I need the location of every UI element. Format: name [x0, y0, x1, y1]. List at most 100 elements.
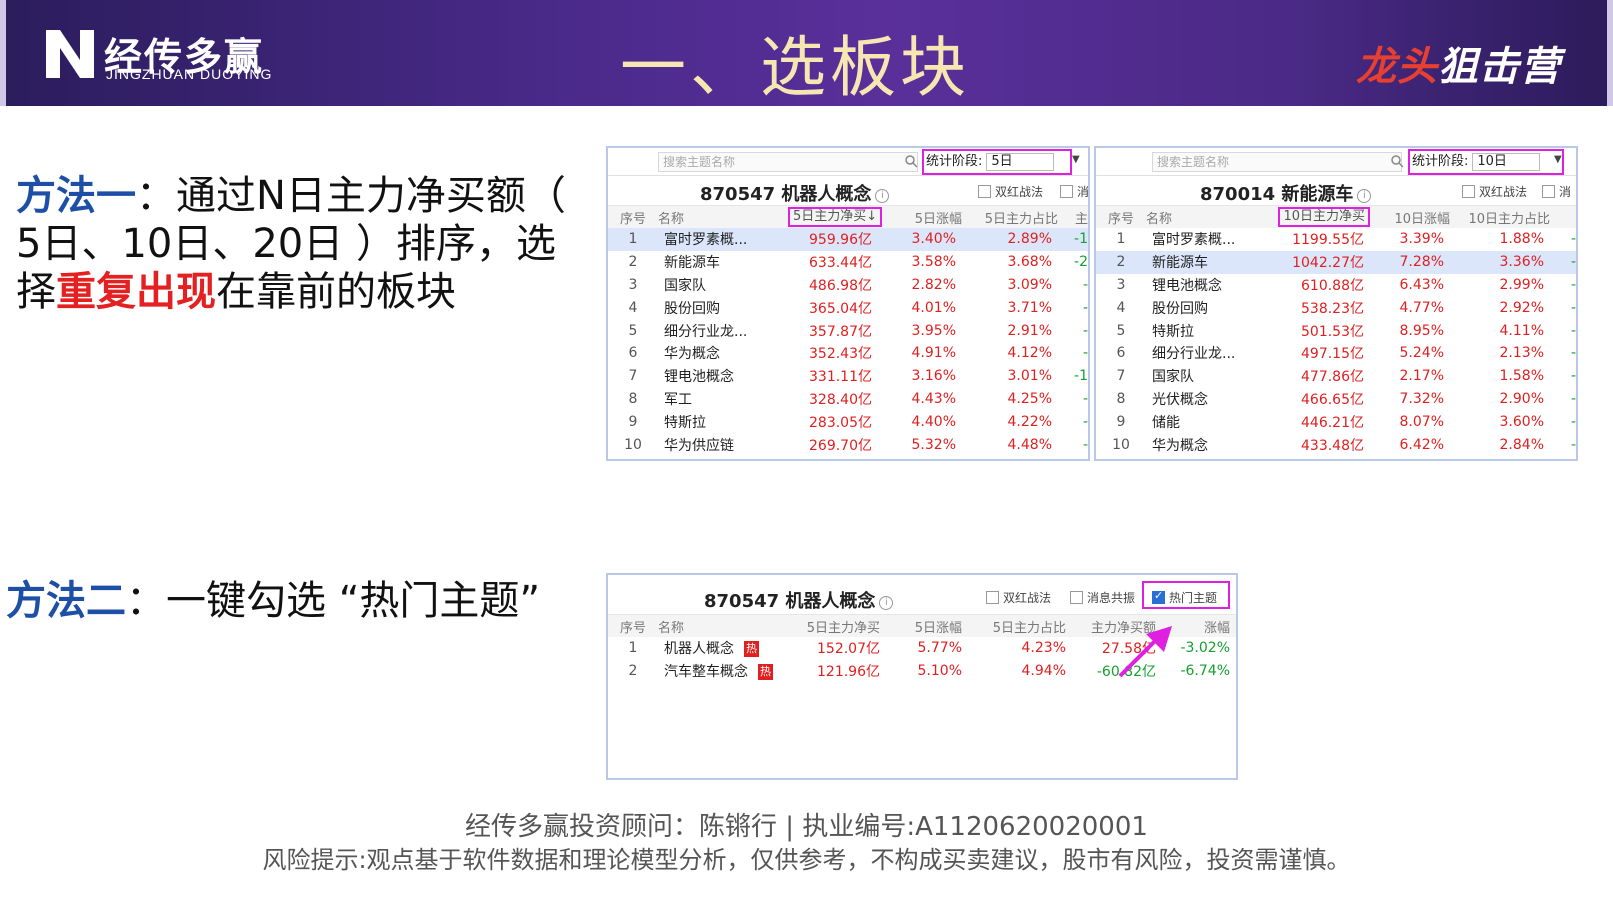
- table-row[interactable]: 5 细分行业龙... 357.87亿 3.95% 2.91% -: [608, 319, 1088, 342]
- column-header[interactable]: 序号: [1096, 206, 1146, 228]
- panel-title: 870014 新能源车 i: [1200, 180, 1372, 206]
- logo-n-icon: [46, 30, 94, 78]
- news-checkbox[interactable]: 消: [1060, 183, 1088, 200]
- chevron-down-icon[interactable]: ▼: [1554, 154, 1562, 165]
- theme-name-text: 汽车整车概念: [664, 664, 748, 681]
- column-header[interactable]: 10日主力占比: [1450, 206, 1550, 228]
- column-header[interactable]: 10日主力净买: [1270, 206, 1370, 228]
- row-index: 2: [1096, 250, 1146, 274]
- net-buy-value: 486.98亿: [809, 277, 872, 294]
- change-pct: 4.43%: [911, 390, 956, 407]
- column-header[interactable]: 主: [1058, 206, 1088, 228]
- main-ratio: 3.01%: [1007, 368, 1052, 385]
- net-buy-value: 1199.55亿: [1292, 232, 1364, 249]
- method-two-title: 方法二: [6, 578, 126, 624]
- shuanghong-checkbox[interactable]: 双红战法: [986, 589, 1051, 606]
- extra-value: -: [1550, 250, 1576, 274]
- column-header[interactable]: 5日涨幅: [878, 206, 962, 228]
- checkbox-icon[interactable]: [986, 591, 999, 604]
- shuanghong-checkbox[interactable]: 双红战法: [978, 183, 1043, 200]
- net-buy-value: 365.04亿: [809, 300, 872, 317]
- table-row[interactable]: 2 新能源车 1042.27亿 7.28% 3.36% -: [1096, 250, 1576, 274]
- checkbox-icon[interactable]: [1070, 591, 1083, 604]
- column-header[interactable]: 名称: [658, 615, 788, 637]
- panel-title: 870547 机器人概念 i: [700, 180, 890, 206]
- slide: 经传多赢 JINGZHUAN DUOYING 一、选板块 龙头狙击营 方法一：通…: [0, 0, 1613, 901]
- checkbox-checked-icon[interactable]: [1152, 589, 1165, 604]
- column-header[interactable]: [1550, 206, 1576, 228]
- table-row[interactable]: 9 储能 446.21亿 8.07% 3.60% -: [1096, 410, 1576, 433]
- news-checkbox[interactable]: 消: [1542, 183, 1571, 200]
- sort-column-label: 10日主力净买: [1278, 207, 1370, 227]
- theme-name: 新能源车: [664, 255, 720, 272]
- table-row[interactable]: 9 特斯拉 283.05亿 4.40% 4.22% -: [608, 410, 1088, 433]
- chevron-down-icon[interactable]: ▼: [1072, 154, 1080, 165]
- theme-name: 新能源车: [1146, 250, 1270, 274]
- change-pct: 3.95%: [911, 322, 956, 339]
- change-pct: 3.16%: [911, 368, 956, 385]
- search-input[interactable]: 搜索主题名称: [658, 152, 918, 172]
- checkbox-icon[interactable]: [1542, 185, 1555, 198]
- stage-selector[interactable]: 统计阶段: 5日: [922, 149, 1072, 175]
- theme-name: 细分行业龙...: [1152, 346, 1236, 363]
- column-header[interactable]: 5日主力净买↓: [788, 206, 883, 228]
- stage-value[interactable]: 5日: [986, 153, 1055, 171]
- info-icon[interactable]: i: [1357, 189, 1372, 203]
- table-row[interactable]: 7 国家队 477.86亿 2.17% 1.58% -: [1096, 365, 1576, 388]
- checkbox-label: 消息共振: [1087, 591, 1136, 605]
- net-buy-value: 477.86亿: [1301, 369, 1364, 386]
- theme-name: 华为供应链: [664, 437, 734, 454]
- column-header[interactable]: 5日涨幅: [886, 615, 968, 637]
- net-buy-value: 152.07亿: [817, 641, 880, 658]
- table-row[interactable]: 3 锂电池概念 610.88亿 6.43% 2.99% -: [1096, 274, 1576, 297]
- table-row[interactable]: 10 华为概念 433.48亿 6.42% 2.84% -: [1096, 433, 1576, 456]
- search-input[interactable]: 搜索主题名称: [1152, 152, 1402, 172]
- net-buy-value: 633.44亿: [809, 255, 872, 272]
- column-header[interactable]: 名称: [658, 206, 788, 228]
- row-index: 7: [628, 368, 638, 385]
- checkbox-icon[interactable]: [978, 185, 991, 198]
- column-header[interactable]: 序号: [608, 615, 658, 637]
- table-row[interactable]: 6 华为概念 352.43亿 4.91% 4.12% -: [608, 342, 1088, 365]
- theme-name: 华为概念: [1152, 437, 1208, 454]
- column-header[interactable]: 名称: [1146, 206, 1270, 228]
- news-resonance-checkbox[interactable]: 消息共振: [1070, 589, 1135, 606]
- extra-value: -: [1082, 299, 1088, 316]
- table-row[interactable]: 4 股份回购 365.04亿 4.01% 3.71% -: [608, 296, 1088, 319]
- column-header[interactable]: 序号: [608, 206, 658, 228]
- table-row[interactable]: 8 军工 328.40亿 4.43% 4.25% -: [608, 388, 1088, 411]
- change-pct: 3.40%: [878, 228, 962, 251]
- panel-toolbar: 搜索主题名称 统计阶段: 10日 ▼: [1096, 148, 1576, 176]
- table-row[interactable]: 7 锂电池概念 331.11亿 3.16% 3.01% -1: [608, 365, 1088, 388]
- table-row[interactable]: 5 特斯拉 501.53亿 8.95% 4.11% -: [1096, 319, 1576, 342]
- stage-value[interactable]: 10日: [1472, 153, 1541, 171]
- table-header-row: 序号 名称 10日主力净买 10日涨幅 10日主力占比: [1096, 206, 1576, 228]
- stage-selector[interactable]: 统计阶段: 10日: [1408, 149, 1564, 175]
- extra-value: -: [1570, 322, 1576, 339]
- logo-text-en: JINGZHUAN DUOYING: [106, 66, 273, 82]
- column-header[interactable]: 10日涨幅: [1370, 206, 1450, 228]
- hot-theme-checkbox[interactable]: 热门主题: [1152, 589, 1217, 606]
- search-icon[interactable]: [904, 154, 918, 168]
- checkbox-icon[interactable]: [1060, 185, 1073, 198]
- change-pct: 4.40%: [911, 413, 956, 430]
- hot-badge: 热: [758, 664, 773, 681]
- table-row[interactable]: 3 国家队 486.98亿 2.82% 3.09% -: [608, 274, 1088, 297]
- table-row[interactable]: 2 新能源车 633.44亿 3.58% 3.68% -2: [608, 251, 1088, 274]
- info-icon[interactable]: i: [879, 596, 894, 610]
- table-row[interactable]: 4 股份回购 538.23亿 4.77% 2.92% -: [1096, 296, 1576, 319]
- column-header[interactable]: 5日主力占比: [962, 206, 1058, 228]
- column-header[interactable]: 5日主力占比: [968, 615, 1072, 637]
- search-icon[interactable]: [1390, 154, 1404, 168]
- table-row[interactable]: 1 富时罗素概... 1199.55亿 3.39% 1.88% -: [1096, 228, 1576, 251]
- info-icon[interactable]: i: [875, 189, 890, 203]
- checkbox-label: 双红战法: [1479, 185, 1528, 199]
- checkbox-icon[interactable]: [1462, 185, 1475, 198]
- table-row[interactable]: 1 富时罗素概... 959.96亿 3.40% 2.89% -1: [608, 228, 1088, 251]
- shuanghong-checkbox[interactable]: 双红战法: [1462, 183, 1527, 200]
- table-row[interactable]: 6 细分行业龙... 497.15亿 5.24% 2.13% -: [1096, 342, 1576, 365]
- table-row[interactable]: 10 华为供应链 269.70亿 5.32% 4.48% -: [608, 433, 1088, 456]
- main-ratio: 2.89%: [962, 228, 1058, 251]
- column-header[interactable]: 5日主力净买: [788, 615, 886, 637]
- table-row[interactable]: 8 光伏概念 466.65亿 7.32% 2.90% -: [1096, 388, 1576, 411]
